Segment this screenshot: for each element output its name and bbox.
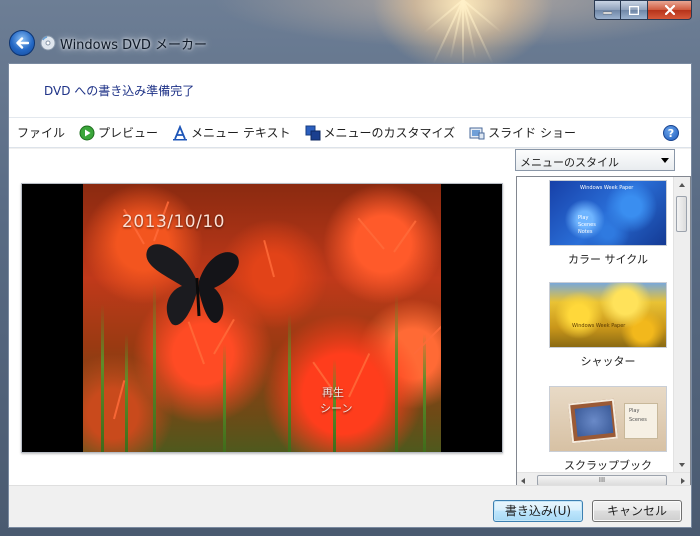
arrow-right-icon[interactable]	[681, 478, 685, 484]
cancel-button[interactable]: キャンセル	[592, 500, 682, 522]
arrow-left-icon[interactable]	[521, 478, 525, 484]
thumb-line: Scenes	[629, 417, 647, 423]
thumb-line: Play	[578, 215, 589, 221]
style-item-scrapbook[interactable]: Play Scenes スクラップブック	[549, 386, 667, 473]
banner-text: DVD への書き込み準備完了	[44, 84, 195, 98]
style-label: カラー サイクル	[568, 253, 648, 266]
style-thumbnail: Play Scenes	[549, 386, 667, 452]
scenes-menu-item[interactable]: シーン	[320, 400, 352, 416]
slideshow-label: スライド ショー	[488, 126, 576, 140]
scroll-thumb[interactable]	[676, 196, 687, 232]
arrow-left-icon	[16, 37, 29, 49]
customize-icon	[305, 125, 321, 141]
preview-label: プレビュー	[98, 126, 159, 140]
vertical-scrollbar[interactable]	[673, 177, 690, 473]
menu-style-selected: メニューのスタイル	[520, 156, 619, 169]
arrow-down-icon	[679, 463, 685, 467]
thumb-line: Play	[629, 408, 640, 414]
menu-text-label: メニュー テキスト	[191, 126, 291, 140]
thumb-title: Windows Week Paper	[572, 323, 626, 329]
back-button[interactable]	[9, 30, 35, 56]
client-area: DVD への書き込み準備完了 ファイル プレビュー メニュー テキスト メニュー…	[8, 63, 692, 528]
style-label: スクラップブック	[564, 459, 652, 472]
close-button[interactable]	[648, 0, 692, 20]
style-list: Windows Week Paper Play Scenes Notes カラー…	[516, 176, 691, 490]
toolbar: ファイル プレビュー メニュー テキスト メニューのカスタマイズ スライド ショ…	[9, 118, 691, 148]
style-thumbnail: Windows Week Paper	[549, 282, 667, 348]
slideshow-button[interactable]: スライド ショー	[465, 122, 580, 144]
maximize-button[interactable]	[621, 0, 648, 20]
window-title: Windows DVD メーカー	[60, 38, 207, 53]
dvd-maker-icon	[40, 35, 56, 51]
style-label: シャッター	[580, 355, 636, 368]
main-area: 2013/10/10 再生 シーン メニューのスタイル Windows Week…	[9, 149, 691, 490]
thumb-line: Scenes	[578, 222, 596, 228]
status-banner: DVD への書き込み準備完了	[9, 64, 691, 118]
burn-button[interactable]: 書き込み(U)	[493, 500, 583, 522]
arrow-up-icon	[679, 183, 685, 187]
minimize-icon	[603, 11, 612, 14]
close-icon	[664, 5, 675, 15]
window-controls	[594, 0, 692, 20]
menu-file[interactable]: ファイル	[13, 122, 69, 144]
customize-menu-button[interactable]: メニューのカスタマイズ	[301, 122, 460, 144]
slideshow-icon	[469, 125, 485, 141]
chevron-down-icon	[661, 158, 669, 163]
text-icon	[172, 124, 188, 141]
maximize-icon	[629, 5, 639, 15]
minimize-button[interactable]	[594, 0, 621, 20]
preview-button[interactable]: プレビュー	[75, 122, 162, 144]
play-menu-item[interactable]: 再生	[322, 384, 344, 400]
scroll-up-button[interactable]	[674, 177, 690, 193]
menu-text-button[interactable]: メニュー テキスト	[168, 122, 294, 144]
style-thumbnail: Windows Week Paper Play Scenes Notes	[549, 180, 667, 246]
thumb-line: Notes	[578, 229, 593, 235]
thumb-title: Windows Week Paper	[580, 185, 634, 191]
scroll-down-button[interactable]	[674, 457, 690, 473]
menu-file-label: ファイル	[17, 126, 66, 140]
style-item-color-cycle[interactable]: Windows Week Paper Play Scenes Notes カラー…	[549, 180, 667, 267]
help-icon[interactable]: ?	[663, 125, 679, 141]
style-item-shutter[interactable]: Windows Week Paper シャッター	[549, 282, 667, 369]
menu-preview: 2013/10/10 再生 シーン	[21, 183, 503, 453]
footer: 書き込み(U) キャンセル	[9, 485, 691, 527]
butterfly-image	[146, 244, 239, 326]
play-icon	[79, 125, 95, 141]
menu-style-dropdown[interactable]: メニューのスタイル	[515, 149, 675, 171]
preview-date-text: 2013/10/10	[122, 212, 225, 232]
customize-menu-label: メニューのカスタマイズ	[323, 126, 456, 140]
